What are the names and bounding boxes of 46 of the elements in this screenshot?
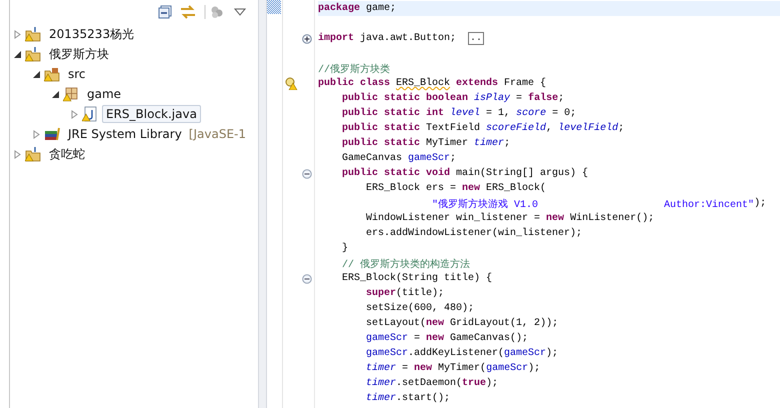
tree-item[interactable]: src bbox=[64, 65, 90, 83]
code-line: public static boolean isPlay = false; bbox=[341, 92, 566, 106]
tree-item[interactable]: 20135233杨光 bbox=[45, 24, 138, 44]
tree-item[interactable]: JRE System Library bbox=[64, 125, 186, 143]
code-line: } bbox=[341, 242, 350, 256]
collapsed-arrow-icon[interactable] bbox=[14, 30, 22, 38]
collapsed-arrow-icon[interactable] bbox=[71, 110, 79, 118]
collapsed-arrow-icon[interactable] bbox=[14, 150, 22, 158]
code-line: setLayout(new GridLayout(1, 2)); bbox=[365, 316, 560, 331]
code-line: import java.awt.Button; .. bbox=[318, 31, 486, 46]
collapse-icon[interactable] bbox=[302, 274, 312, 284]
code-line: ERS_Block(String title) { bbox=[341, 272, 494, 286]
code-line: public static TextField scoreField, levelField; bbox=[341, 122, 626, 136]
code-line: timer = new MyTimer(gameScr); bbox=[365, 362, 542, 376]
expand-icon[interactable] bbox=[302, 34, 312, 44]
code-line: GameCanvas gameScr; bbox=[341, 152, 458, 166]
warning-bulb-icon[interactable] bbox=[284, 77, 298, 90]
expanded-arrow-icon[interactable] bbox=[14, 50, 22, 58]
code-line: timer.setDaemon(true); bbox=[365, 376, 500, 391]
code-line: setSize(600, 480); bbox=[365, 302, 476, 316]
code-line: ERS_Block ers = new ERS_Block( bbox=[365, 182, 548, 196]
code-line: WindowListener win_listener = new WinListener(); bbox=[365, 212, 656, 226]
code-line: ers.addWindowListener(win_listener); bbox=[365, 226, 584, 241]
collapse-all-icon[interactable] bbox=[158, 5, 172, 19]
library-version: [JavaSE-1 bbox=[188, 127, 246, 141]
current-line-marker-icon bbox=[267, 0, 281, 14]
code-line: public static MyTimer timer; bbox=[341, 136, 512, 151]
code-line: public static void main(String[] argus) { bbox=[341, 166, 590, 181]
tree-item[interactable]: 贪吃蛇 bbox=[45, 144, 89, 164]
collapsed-arrow-icon[interactable] bbox=[33, 130, 41, 138]
code-line: //俄罗斯方块类 bbox=[318, 62, 392, 76]
collapse-icon[interactable] bbox=[302, 168, 312, 178]
expanded-arrow-icon[interactable] bbox=[52, 90, 60, 98]
code-line: super(title); bbox=[365, 286, 446, 301]
expanded-arrow-icon[interactable] bbox=[33, 70, 41, 78]
code-line: "俄罗斯方块游戏 V1.0 Author:Vincent"); bbox=[431, 196, 768, 211]
code-line: public static int level = 1, score = 0; bbox=[341, 106, 578, 121]
code-line: gameScr = new GameCanvas(); bbox=[365, 332, 530, 346]
tree-item[interactable]: game bbox=[83, 85, 126, 103]
tree-item[interactable]: ERS_Block.java bbox=[102, 105, 201, 123]
code-line: timer.start(); bbox=[365, 392, 452, 406]
code-line: public class ERS_Block extends Frame { bbox=[318, 76, 548, 91]
code-line: // 俄罗斯方块类的构造方法 bbox=[341, 258, 472, 271]
code-line: gameScr.addKeyListener(gameScr); bbox=[365, 346, 560, 361]
tree-item[interactable]: 俄罗斯方块 bbox=[45, 44, 113, 64]
dropdown-chevron-icon[interactable] bbox=[234, 8, 246, 16]
